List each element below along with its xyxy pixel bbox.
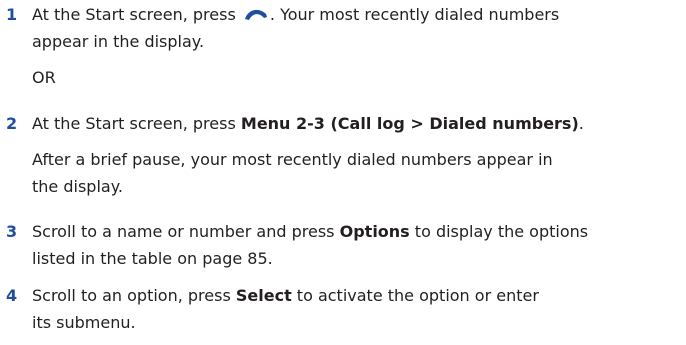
or-label: OR xyxy=(32,68,56,87)
select-key-label: Select xyxy=(235,286,292,305)
step-number: 1 xyxy=(6,5,18,24)
manual-page: 1 At the Start screen, press . Your most… xyxy=(0,0,686,345)
step-text: At the Start screen, press . Your most r… xyxy=(32,5,559,25)
step-text-continued: its submenu. xyxy=(32,313,136,332)
step-text-part: . xyxy=(578,114,584,133)
step-text-part: Scroll to an option, press xyxy=(32,286,236,305)
send-key-icon xyxy=(243,6,269,20)
step-text-continued: appear in the display. xyxy=(32,32,205,51)
step-text-part: to display the options xyxy=(409,222,589,241)
step-text: Scroll to an option, press Select to act… xyxy=(32,286,539,306)
step-text: At the Start screen, press Menu 2-3 (Cal… xyxy=(32,114,584,134)
step-text-part: Scroll to a name or number and press xyxy=(32,222,340,241)
step-text-part: to activate the option or enter xyxy=(291,286,539,305)
options-key-label: Options xyxy=(339,222,410,241)
step-text-part: At the Start screen, press xyxy=(32,114,241,133)
step-note: After a brief pause, your most recently … xyxy=(32,150,553,169)
step-text-continued: listed in the table on page 85. xyxy=(32,249,273,268)
step-text: Scroll to a name or number and press Opt… xyxy=(32,222,588,242)
step-note-continued: the display. xyxy=(32,177,123,196)
step-number: 2 xyxy=(6,114,18,133)
step-number: 3 xyxy=(6,222,18,241)
menu-path: Menu 2-3 (Call log > Dialed numbers) xyxy=(240,114,579,133)
step-text-part: . Your most recently dialed numbers xyxy=(269,5,560,24)
step-text-part: At the Start screen, press xyxy=(32,5,241,24)
step-number: 4 xyxy=(6,286,18,305)
